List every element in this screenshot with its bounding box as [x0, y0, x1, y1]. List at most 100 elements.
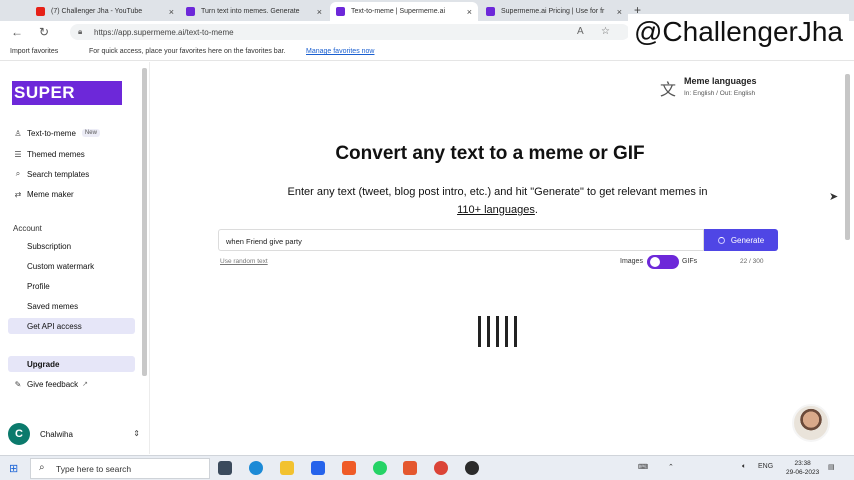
refresh-icon[interactable]: ↻ [39, 25, 49, 39]
taskbar-clock[interactable]: 23:38 29-06-2023 [786, 459, 819, 477]
import-favorites-link[interactable]: Import favorites [10, 48, 58, 55]
give-feedback-link[interactable]: ✎ Give feedback ↗ [8, 376, 135, 392]
manage-favorites-link[interactable]: Manage favorites now [306, 48, 374, 55]
keyboard-icon[interactable]: ⌨ [638, 463, 648, 471]
account-section-label: Account [13, 224, 42, 233]
external-link-icon: ↗ [82, 381, 89, 388]
notifications-icon[interactable]: ▤ [828, 463, 835, 471]
sidebar-item-label: Subscription [27, 241, 72, 251]
close-tab-icon[interactable]: × [467, 7, 472, 17]
sidebar-item-label: Search templates [27, 169, 90, 179]
generate-label: Generate [730, 235, 765, 245]
browser-tab-text-to-meme[interactable]: Text-to-meme | Supermeme.ai × [330, 2, 478, 21]
mouse-cursor-icon: ➤ [829, 191, 839, 203]
loading-bar [487, 316, 490, 347]
clock-date: 29-06-2023 [786, 469, 820, 476]
sidebar-item-themed-memes[interactable]: ☰ Themed memes [8, 146, 135, 162]
upgrade-label: Upgrade [27, 359, 60, 369]
browser-tab-youtube[interactable]: (7) Challenger Jha - YouTube × [30, 2, 180, 21]
browser-tab-pricing[interactable]: Supermeme.ai Pricing | Use for fr × [480, 2, 628, 21]
tab-label: (7) Challenger Jha - YouTube [51, 8, 143, 15]
sidebar-item-label: Custom watermark [27, 261, 95, 271]
presenter-webcam-avatar [792, 404, 830, 442]
read-aloud-icon[interactable]: A [577, 26, 584, 37]
page-title: Convert any text to a meme or GIF [335, 143, 645, 164]
meme-text-input[interactable]: when Friend give party [218, 229, 704, 251]
supermeme-logo[interactable]: SUPER MEME [12, 81, 122, 122]
browser-tab-turn-text[interactable]: Turn text into memes. Generate × [180, 2, 328, 21]
language-indicator[interactable]: ENG [758, 463, 773, 470]
sidebar-item-text-to-meme[interactable]: ♙ Text-to-meme New [8, 125, 135, 141]
taskbar-search-placeholder: Type here to search [56, 464, 132, 474]
volume-icon[interactable]: 🔈︎ [742, 463, 746, 471]
sidebar-item-subscription[interactable]: Subscription [8, 238, 135, 254]
new-badge: New [81, 129, 100, 137]
sidebar-item-custom-watermark[interactable]: Custom watermark [8, 258, 135, 274]
translate-icon: 文 [660, 82, 677, 99]
chevron-up-down-icon: ⇕ [133, 429, 140, 438]
brave-browser-icon[interactable] [342, 461, 356, 475]
languages-link[interactable]: 110+ languages [457, 204, 535, 216]
workspace-name: Chalwiha [40, 429, 73, 439]
url-field[interactable]: 🔒︎ https://app.supermeme.ai/text-to-meme [70, 24, 630, 40]
tab-label: Supermeme.ai Pricing | Use for fr [501, 8, 605, 15]
loading-bar [514, 316, 517, 347]
whatsapp-icon[interactable] [373, 461, 387, 475]
sidebar-item-label: Meme maker [27, 189, 74, 199]
obs-icon[interactable] [465, 461, 479, 475]
chat-icon: ✎ [14, 379, 22, 389]
close-tab-icon[interactable]: × [317, 7, 322, 17]
search-icon: ⌕ [15, 169, 21, 178]
sidebar-item-label: Get API access [27, 321, 82, 331]
chevron-up-icon[interactable]: ⌃ [668, 463, 674, 471]
favorite-star-icon[interactable]: ☆ [601, 26, 610, 37]
supermeme-favicon-icon [186, 7, 195, 16]
sidebar-item-meme-maker[interactable]: ⇄ Meme maker [8, 186, 135, 202]
sidebar-item-label: Text-to-meme [27, 128, 76, 138]
sidebar: SUPER MEME ♙ Text-to-meme New ☰ Themed m… [0, 62, 150, 454]
task-view-icon[interactable] [218, 461, 232, 475]
sidebar-item-get-api-access[interactable]: Get API access [8, 318, 135, 334]
gifs-label: GIFs [682, 258, 698, 265]
url-text: https://app.supermeme.ai/text-to-meme [94, 28, 234, 37]
loading-bar [478, 316, 481, 347]
spinner-icon [717, 236, 725, 244]
sidebar-item-label: Saved memes [27, 301, 79, 311]
back-arrow-icon[interactable]: ← [11, 25, 23, 39]
user-icon: ♙ [14, 128, 22, 138]
edge-browser-icon[interactable] [249, 461, 263, 475]
clock-time: 23:38 [794, 460, 811, 467]
xampp-icon[interactable] [403, 461, 417, 475]
supermeme-favicon-icon [486, 7, 495, 16]
workspace-switcher[interactable]: C Chalwiha ⇕ [8, 423, 140, 445]
favorites-message: For quick access, place your favorites h… [89, 48, 286, 55]
calculator-icon[interactable] [311, 461, 325, 475]
taskbar-search-box[interactable]: ⌕ Type here to search [30, 458, 210, 479]
chrome-icon[interactable] [434, 461, 448, 475]
lock-icon: 🔒︎ [78, 27, 83, 36]
use-random-text-link[interactable]: Use random text [220, 258, 268, 265]
page-scrollbar[interactable] [845, 74, 850, 240]
windows-start-icon[interactable]: ⊞ [9, 462, 18, 475]
sidebar-item-label: Themed memes [27, 149, 85, 159]
loading-bar [496, 316, 499, 347]
sidebar-item-profile[interactable]: Profile [8, 278, 135, 294]
images-gifs-toggle[interactable] [647, 255, 679, 269]
close-tab-icon[interactable]: × [169, 7, 174, 17]
close-tab-icon[interactable]: × [617, 7, 622, 17]
shuffle-icon: ⇄ [14, 189, 22, 199]
sidebar-item-saved-memes[interactable]: Saved memes [8, 298, 135, 314]
subtitle-text: Enter any text (tweet, blog post intro, … [287, 186, 708, 198]
loading-bar [505, 316, 508, 347]
windows-taskbar: ⊞ ⌕ Type here to search ⌨ ⌃ 🔈︎ ENG 23:38… [0, 455, 854, 480]
upgrade-button[interactable]: Upgrade [8, 356, 135, 372]
youtube-favicon-icon [36, 7, 45, 16]
search-icon: ⌕ [39, 462, 45, 473]
page-subtitle: Enter any text (tweet, blog post intro, … [240, 183, 755, 219]
file-explorer-icon[interactable] [280, 461, 294, 475]
character-counter: 22 / 300 [740, 258, 764, 265]
sidebar-scrollbar[interactable] [142, 68, 147, 376]
sidebar-item-search-templates[interactable]: ⌕ Search templates [8, 166, 135, 182]
tab-label: Turn text into memes. Generate [201, 8, 300, 15]
generate-button[interactable]: Generate [704, 229, 778, 251]
